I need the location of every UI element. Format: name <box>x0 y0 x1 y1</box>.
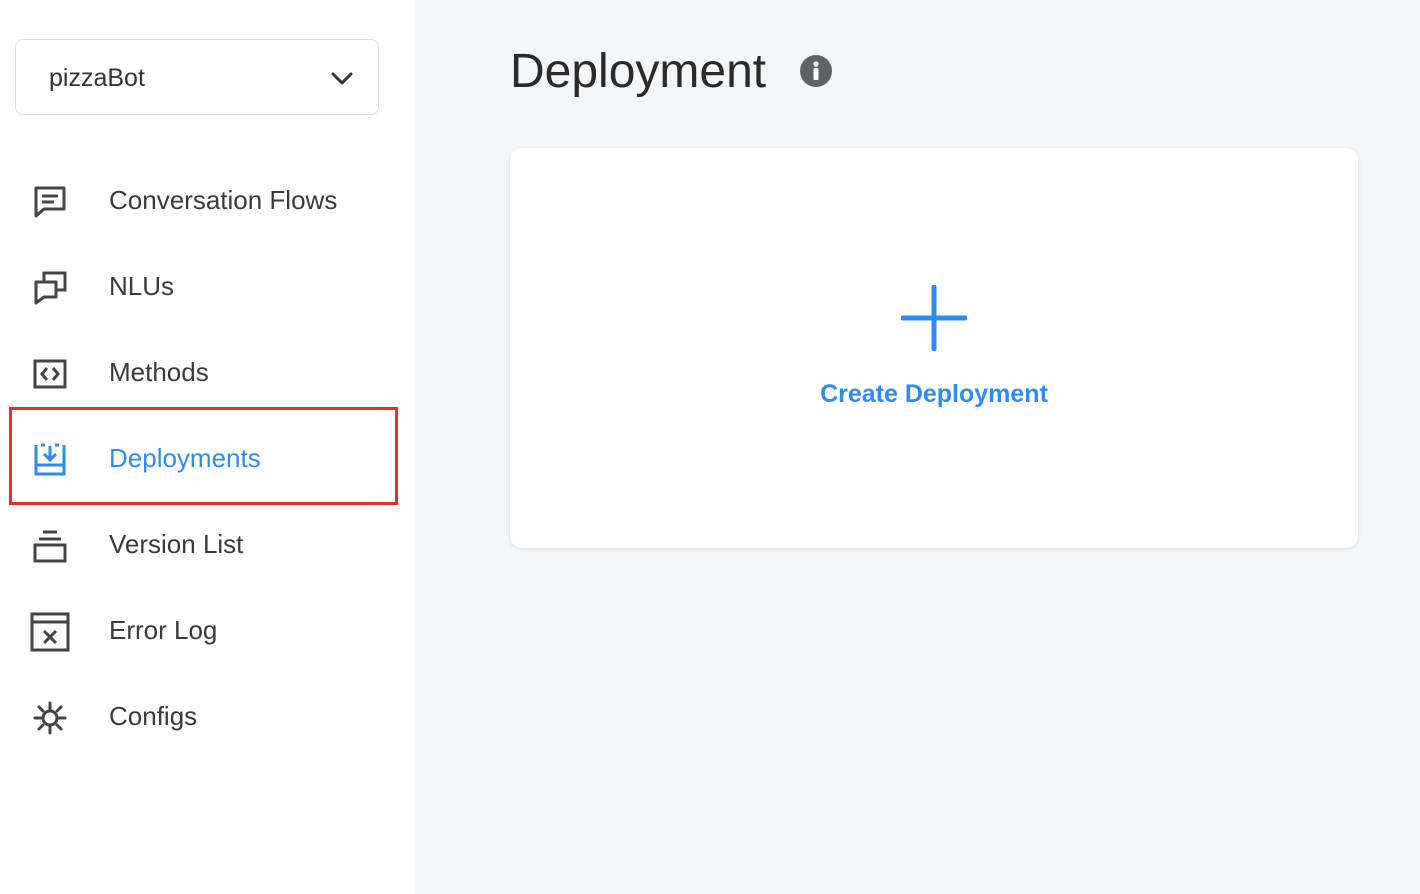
plus-icon <box>901 285 967 351</box>
create-deployment-card[interactable]: Create Deployment <box>510 148 1358 548</box>
bot-selector-value: pizzaBot <box>49 64 145 92</box>
page-title: Deployment <box>510 45 767 98</box>
stack-layers-icon <box>30 526 70 566</box>
download-tray-icon <box>30 440 70 480</box>
sidebar-item-label: Version List <box>109 529 244 559</box>
error-window-icon <box>30 612 70 652</box>
stacked-windows-icon <box>30 268 70 308</box>
sidebar-item-label: Methods <box>109 357 209 387</box>
chat-bubble-icon <box>30 182 70 222</box>
bot-selector-dropdown[interactable]: pizzaBot <box>15 39 379 115</box>
create-deployment-label[interactable]: Create Deployment <box>510 380 1358 409</box>
sidebar-item-label: Conversation Flows <box>109 185 338 215</box>
gear-icon <box>30 698 70 738</box>
sidebar-item-version-list[interactable]: Version List <box>0 510 414 580</box>
code-brackets-icon <box>30 354 70 394</box>
sidebar-item-label: Deployments <box>109 443 261 473</box>
sidebar-item-label: Configs <box>109 701 198 731</box>
sidebar-item-methods[interactable]: Methods <box>0 338 414 408</box>
sidebar-item-conversation-flows[interactable]: Conversation Flows <box>0 166 414 236</box>
info-icon[interactable] <box>800 55 832 87</box>
sidebar-item-deployments[interactable]: Deployments <box>0 424 414 494</box>
sidebar-item-nlus[interactable]: NLUs <box>0 252 414 322</box>
sidebar-item-configs[interactable]: Configs <box>0 682 414 752</box>
sidebar: pizzaBot Conversation Flows NLUs Methods… <box>0 0 414 894</box>
sidebar-item-label: NLUs <box>109 271 175 301</box>
sidebar-item-label: Error Log <box>109 615 218 645</box>
chevron-down-icon <box>331 72 353 85</box>
sidebar-item-error-log[interactable]: Error Log <box>0 596 414 666</box>
